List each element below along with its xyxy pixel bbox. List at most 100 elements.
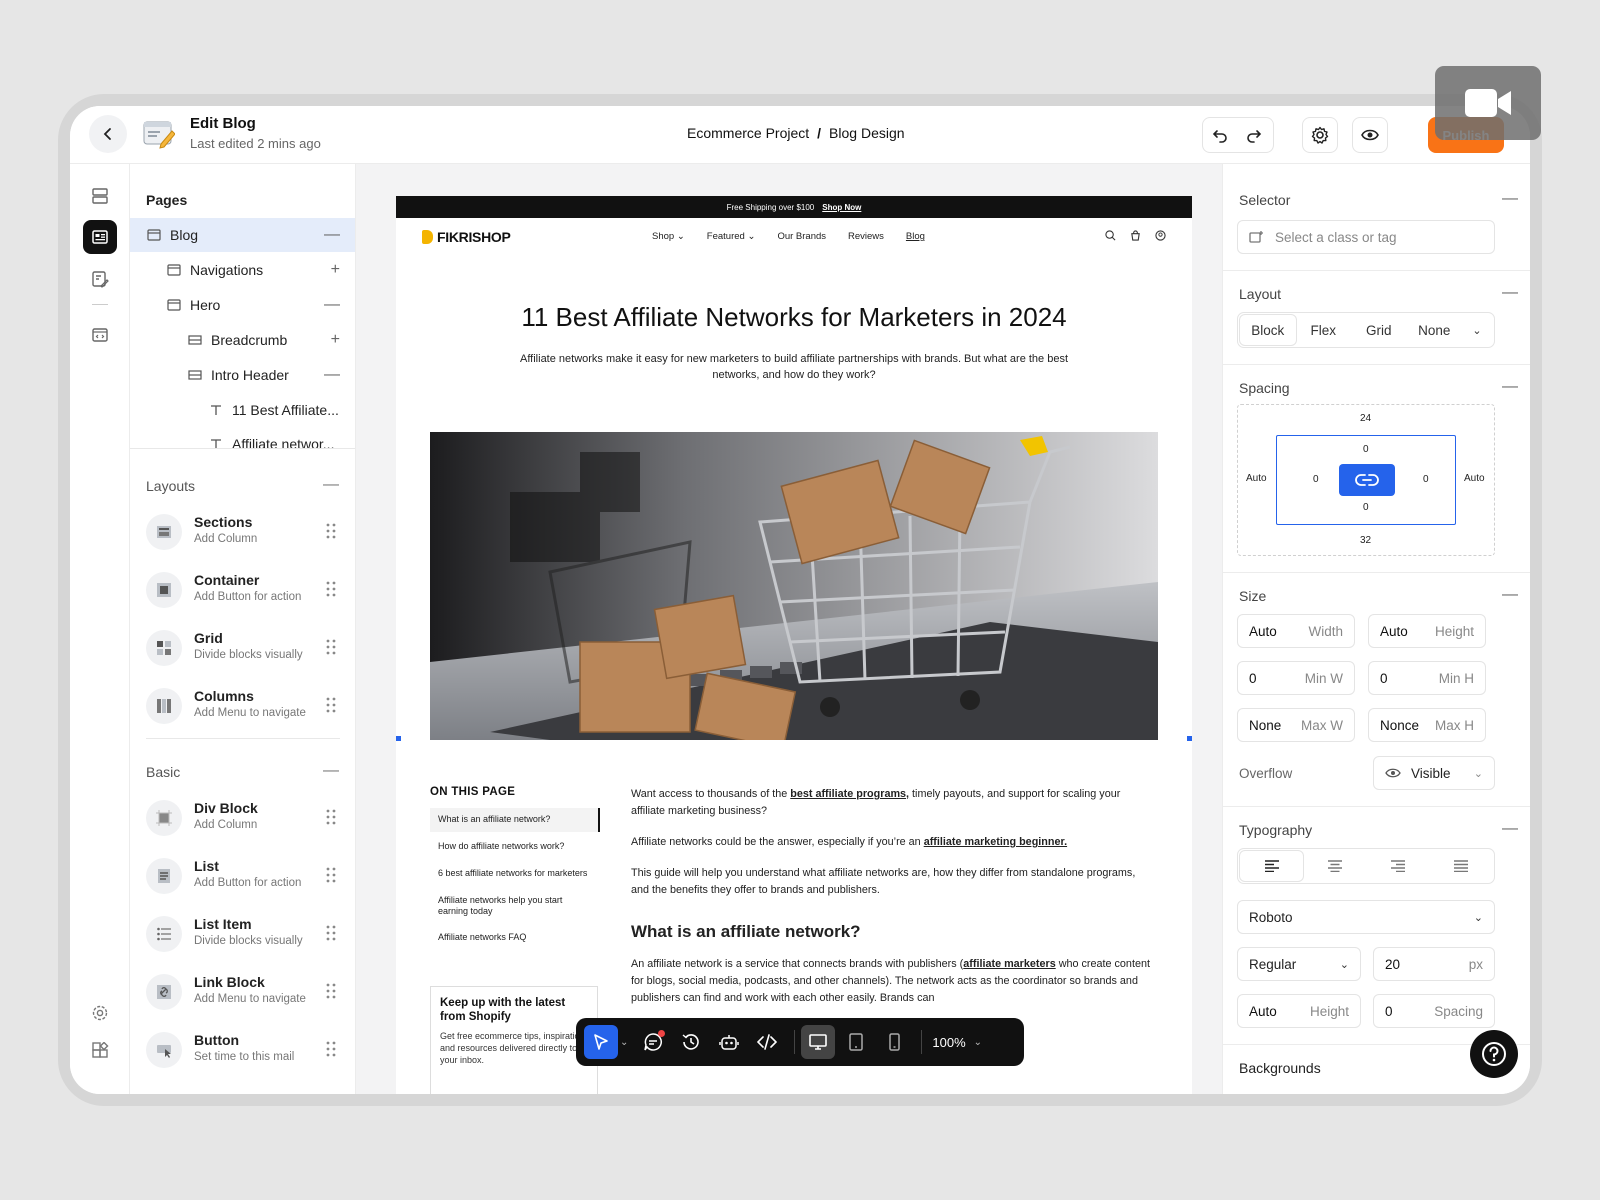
block-list-item[interactable]: List Item Divide blocks visually [146,910,346,958]
padding-bottom-value[interactable]: 0 [1363,502,1369,513]
rail-code-button[interactable] [83,318,117,352]
rail-components-button[interactable] [83,1034,117,1068]
toc-item[interactable]: How do affiliate networks work? [430,835,600,859]
align-justify-button[interactable] [1429,851,1492,881]
margin-bottom-value[interactable]: 32 [1360,535,1371,546]
toc-item[interactable]: What is an affiliate network? [430,808,600,832]
chevron-down-icon[interactable]: ⌄ [974,1037,982,1048]
drag-handle-icon[interactable] [326,1040,336,1058]
block-container[interactable]: Container Add Button for action [146,566,346,614]
rail-layers-button[interactable] [83,179,117,213]
align-center-button[interactable] [1303,851,1366,881]
min-width-field[interactable]: 0 Min W [1237,661,1355,695]
search-icon[interactable] [1105,230,1116,241]
rail-pages-button[interactable] [83,220,117,254]
tree-item-lead-text[interactable]: Affiliate networ... [130,427,355,461]
max-height-field[interactable]: Nonce Max H [1368,708,1486,742]
selection-handle[interactable] [396,736,401,741]
tree-item-hero[interactable]: Hero — [130,288,355,322]
hero-image[interactable] [430,432,1158,740]
design-canvas[interactable]: Free Shipping over $100 Shop Now FIKRISH… [356,164,1240,1094]
promo-link[interactable]: Shop Now [822,203,861,212]
selector-input[interactable]: Select a class or tag [1237,220,1495,254]
tree-item-blog[interactable]: Blog — [130,218,355,252]
margin-right-value[interactable]: Auto [1464,473,1485,484]
collapse-button[interactable]: — [324,366,340,384]
block-sections[interactable]: Sections Add Column [146,508,346,556]
drag-handle-icon[interactable] [326,924,336,942]
nav-item-blog[interactable]: Blog [906,231,925,242]
layouts-collapse-button[interactable]: — [323,476,339,494]
layout-collapse-button[interactable]: — [1502,284,1518,302]
margin-left-value[interactable]: Auto [1246,473,1267,484]
history-button[interactable] [674,1025,708,1059]
drag-handle-icon[interactable] [326,522,336,540]
ai-assistant-button[interactable] [712,1025,746,1059]
article-lead[interactable]: Affiliate networks make it easy for new … [504,351,1084,383]
drag-handle-icon[interactable] [326,808,336,826]
padding-right-value[interactable]: 0 [1423,474,1429,485]
rail-edit-button[interactable] [83,262,117,296]
letter-spacing-field[interactable]: 0 Spacing [1373,994,1495,1028]
selection-handle[interactable] [1187,736,1192,741]
display-option-grid[interactable]: Grid [1351,315,1407,345]
tree-item-headline-text[interactable]: 11 Best Affiliate... [130,393,355,427]
display-option-flex[interactable]: Flex [1296,315,1352,345]
drag-handle-icon[interactable] [326,638,336,656]
drag-handle-icon[interactable] [326,866,336,884]
basic-collapse-button[interactable]: — [323,762,339,780]
spacing-collapse-button[interactable]: — [1502,378,1518,396]
nav-item-reviews[interactable]: Reviews [848,231,884,242]
select-tool-button[interactable] [584,1025,618,1059]
font-family-select[interactable]: Roboto ⌄ [1237,900,1495,934]
align-right-button[interactable] [1366,851,1429,881]
undo-button[interactable] [1203,118,1237,152]
drag-handle-icon[interactable] [326,982,336,1000]
block-div-block[interactable]: Div Block Add Column [146,794,346,842]
account-icon[interactable] [1155,230,1166,241]
cart-icon[interactable] [1130,230,1141,241]
preview-button[interactable] [1352,117,1388,153]
height-field[interactable]: Auto Height [1368,614,1486,648]
video-camera-icon[interactable] [1435,66,1541,140]
block-link-block[interactable]: Link Block Add Menu to navigate [146,968,346,1016]
chevron-down-icon[interactable]: ⌄ [620,1037,628,1048]
chevron-down-icon[interactable]: ⌄ [1462,315,1492,345]
line-height-field[interactable]: Auto Height [1237,994,1361,1028]
overflow-select[interactable]: Visible ⌄ [1373,756,1495,790]
padding-top-value[interactable]: 0 [1363,444,1369,455]
back-button[interactable] [89,115,127,153]
code-view-button[interactable] [750,1025,784,1059]
tablet-view-button[interactable] [839,1025,873,1059]
tree-item-intro-header[interactable]: Intro Header — [130,358,355,392]
article-link[interactable]: affiliate marketing beginner. [924,836,1067,848]
site-logo[interactable]: FIKRISHOP [422,229,511,245]
collapse-button[interactable]: — [324,226,340,244]
desktop-view-button[interactable] [801,1025,836,1059]
toc-item[interactable]: Affiliate networks FAQ [430,926,600,950]
max-width-field[interactable]: None Max W [1237,708,1355,742]
expand-button[interactable]: + [331,261,340,279]
typography-collapse-button[interactable]: — [1502,820,1518,838]
help-button[interactable] [1470,1030,1518,1078]
breadcrumb-project[interactable]: Ecommerce Project [687,125,809,141]
selector-collapse-button[interactable]: — [1502,190,1518,208]
font-weight-select[interactable]: Regular ⌄ [1237,947,1361,981]
width-field[interactable]: Auto Width [1237,614,1355,648]
article-body[interactable]: Want access to thousands of the best aff… [631,786,1151,1052]
nav-item-our-brands[interactable]: Our Brands [777,231,826,242]
min-height-field[interactable]: 0 Min H [1368,661,1486,695]
mobile-view-button[interactable] [877,1025,911,1059]
article-link[interactable]: affiliate marketers [963,958,1055,970]
size-collapse-button[interactable]: — [1502,586,1518,604]
zoom-level[interactable]: 100% [932,1035,965,1050]
toc-item[interactable]: 6 best affiliate networks for marketers [430,862,600,886]
link-spacing-button[interactable] [1339,464,1395,496]
padding-left-value[interactable]: 0 [1313,474,1319,485]
breadcrumb-page[interactable]: Blog Design [829,125,905,141]
drag-handle-icon[interactable] [326,580,336,598]
font-size-field[interactable]: 20 px [1373,947,1495,981]
block-button[interactable]: Button Set time to this mail [146,1026,346,1074]
redo-button[interactable] [1237,118,1271,152]
expand-button[interactable]: + [331,331,340,349]
